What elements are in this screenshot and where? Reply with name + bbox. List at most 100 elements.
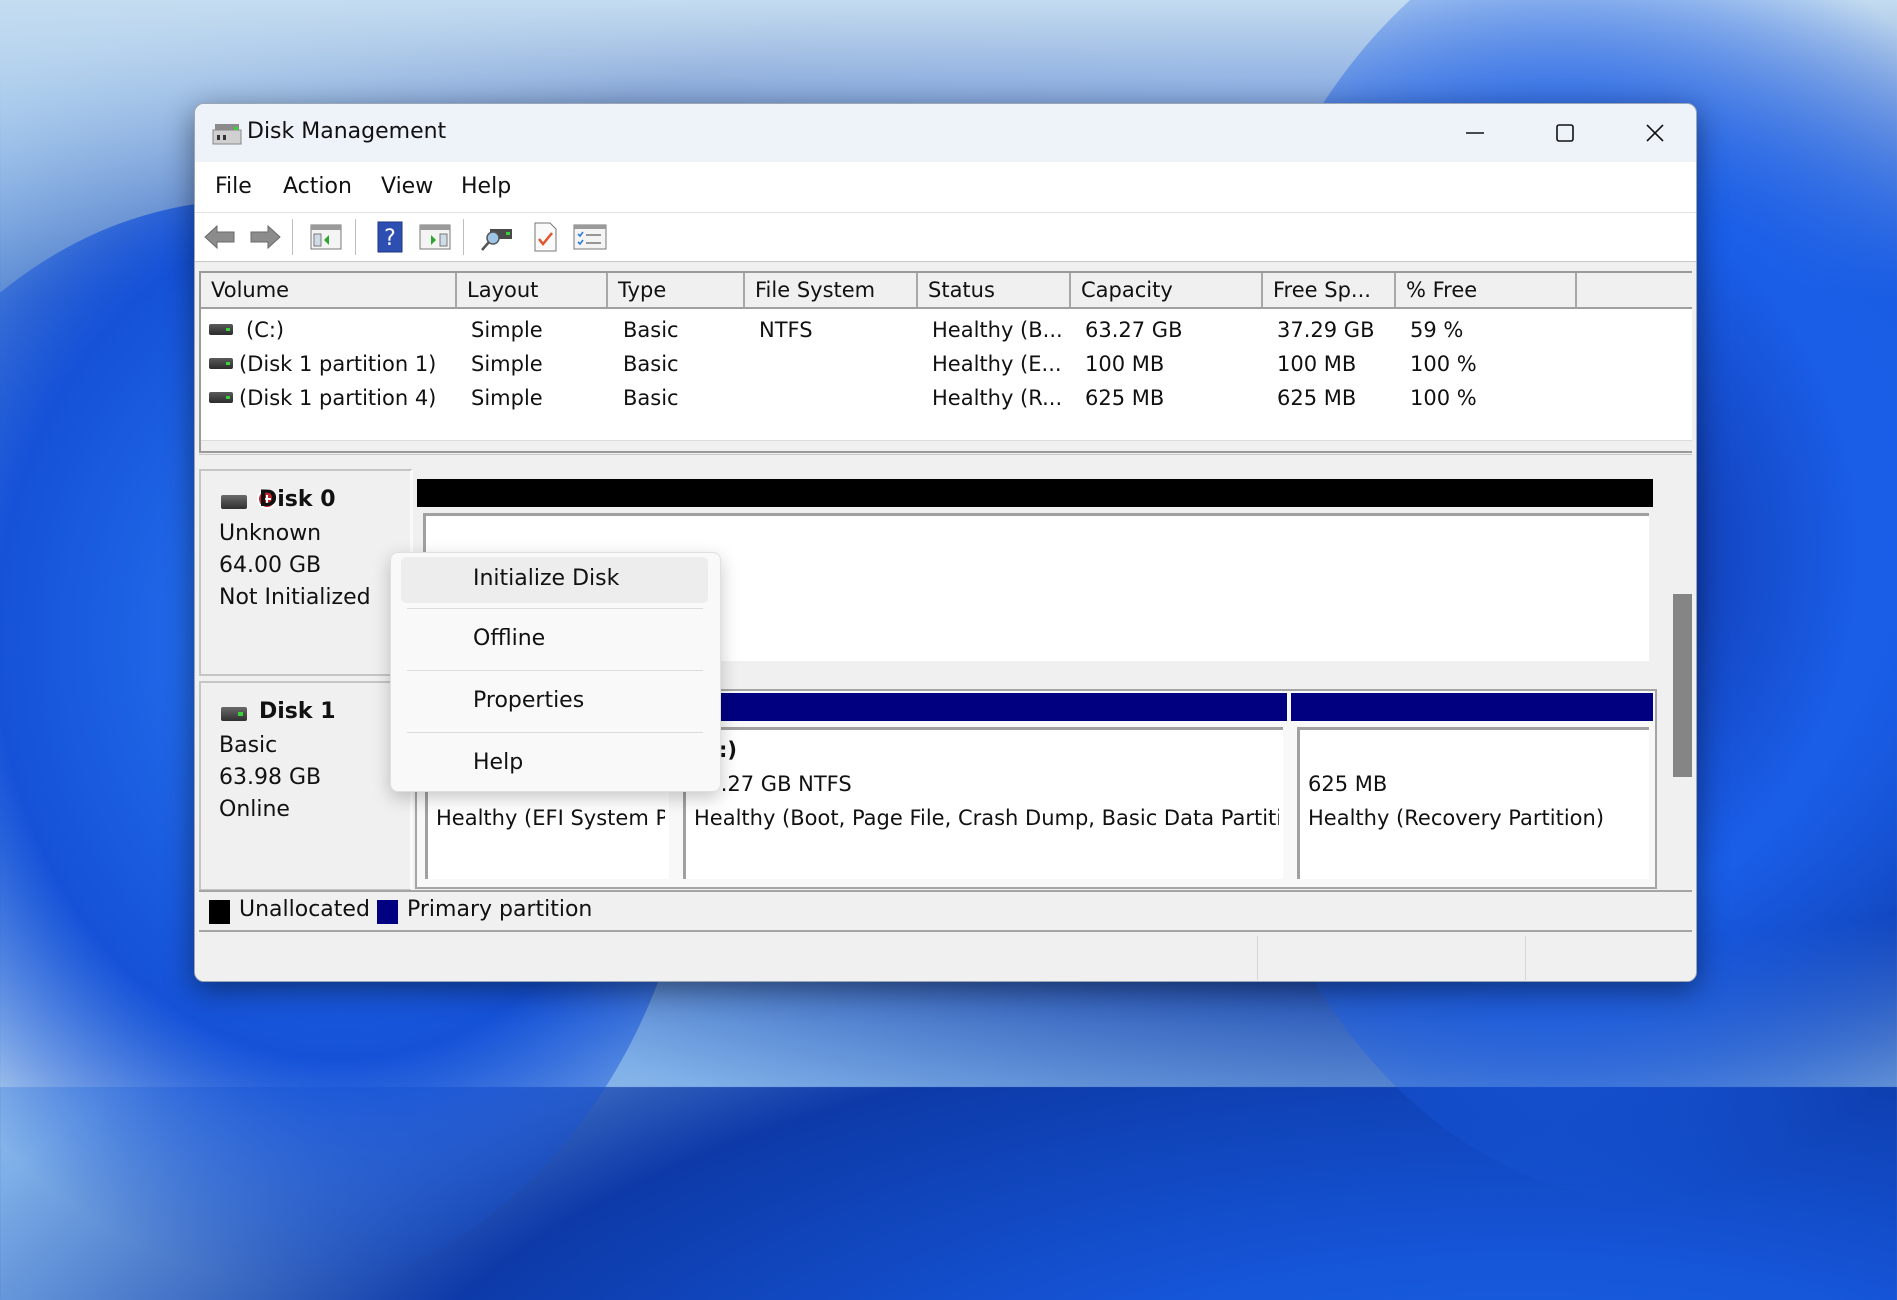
- menu-item-label: Initialize Disk: [473, 566, 620, 591]
- toolbar: ?: [195, 212, 1696, 262]
- title-bar[interactable]: Disk Management: [195, 104, 1696, 162]
- volume-percent-free: 100 %: [1410, 352, 1477, 376]
- menu-item-help[interactable]: Help: [401, 741, 708, 787]
- disk-drive-icon: [221, 489, 277, 509]
- table-row[interactable]: (Disk 1 partition 4) Simple Basic Health…: [201, 381, 1692, 415]
- column-header-percent-free[interactable]: % Free: [1396, 273, 1577, 307]
- volume-layout: Simple: [471, 386, 543, 410]
- disk-1-size: 63.98 GB: [219, 765, 322, 790]
- settings-list-icon[interactable]: [573, 221, 607, 253]
- volume-free-space: 625 MB: [1277, 386, 1357, 410]
- svg-text:?: ?: [384, 226, 396, 251]
- column-header-type[interactable]: Type: [608, 273, 745, 307]
- menu-help[interactable]: Help: [461, 174, 511, 199]
- status-bar: [195, 934, 1696, 981]
- disk-1-type: Basic: [219, 733, 278, 758]
- volume-drive-icon: [209, 392, 233, 403]
- partition-body: (C:) 63.27 GB NTFS Healthy (Boot, Page F…: [683, 727, 1283, 879]
- menu-view[interactable]: View: [381, 174, 433, 199]
- menu-item-label: Properties: [473, 688, 585, 713]
- volume-file-system: NTFS: [759, 318, 813, 342]
- primary-partition-swatch: [377, 900, 398, 924]
- volume-drive-icon: [209, 358, 233, 369]
- status-bar-divider: [1525, 936, 1526, 980]
- menu-separator: [407, 670, 703, 671]
- partition-c[interactable]: (C:) 63.27 GB NTFS Healthy (Boot, Page F…: [677, 693, 1287, 885]
- menu-item-properties[interactable]: Properties: [401, 679, 708, 725]
- column-header-volume[interactable]: Volume: [201, 273, 457, 307]
- close-button[interactable]: [1610, 104, 1696, 162]
- maximize-icon: [1556, 124, 1574, 142]
- minimize-icon: [1466, 132, 1484, 134]
- volume-percent-free: 59 %: [1410, 318, 1464, 342]
- scrollbar-thumb[interactable]: [1673, 594, 1692, 777]
- volume-status: Healthy (R...: [932, 386, 1063, 410]
- menu-file[interactable]: File: [215, 174, 252, 199]
- toolbar-separator: [463, 219, 464, 255]
- column-header-capacity[interactable]: Capacity: [1071, 273, 1263, 307]
- window-title: Disk Management: [247, 119, 447, 144]
- close-icon: [1646, 124, 1664, 142]
- menu-item-label: Help: [473, 750, 524, 775]
- menu-separator: [407, 608, 703, 609]
- volume-drive-icon: [209, 324, 233, 335]
- volume-layout: Simple: [471, 318, 543, 342]
- table-row[interactable]: (C:) Simple Basic NTFS Healthy (B... 63.…: [201, 313, 1692, 347]
- disk-0-size: 64.00 GB: [219, 553, 322, 578]
- partition-status: Healthy (EFI System P: [436, 806, 665, 830]
- volume-name: (C:): [246, 318, 285, 342]
- unallocated-bar: [417, 479, 1653, 507]
- legend-primary-partition: Primary partition: [407, 897, 593, 922]
- column-header-file-system[interactable]: File System: [745, 273, 918, 307]
- disk-1-label[interactable]: Disk 1 Basic 63.98 GB Online: [199, 681, 413, 891]
- volume-percent-free: 100 %: [1410, 386, 1477, 410]
- legend-unallocated: Unallocated: [239, 897, 370, 922]
- volume-capacity: 100 MB: [1085, 352, 1165, 376]
- show-hide-action-pane-icon[interactable]: [418, 221, 452, 253]
- volume-free-space: 37.29 GB: [1277, 318, 1375, 342]
- help-icon[interactable]: ?: [373, 221, 407, 253]
- volume-type: Basic: [623, 386, 679, 410]
- status-bar-divider: [1257, 936, 1258, 980]
- table-row[interactable]: (Disk 1 partition 1) Simple Basic Health…: [201, 347, 1692, 381]
- partition-recovery[interactable]: 625 MB Healthy (Recovery Partition): [1291, 693, 1653, 885]
- menu-separator: [407, 732, 703, 733]
- volume-type: Basic: [623, 318, 679, 342]
- volume-status: Healthy (E...: [932, 352, 1062, 376]
- volume-status: Healthy (B...: [932, 318, 1063, 342]
- rescan-disks-icon[interactable]: [480, 221, 514, 253]
- menu-action[interactable]: Action: [283, 174, 352, 199]
- maximize-button[interactable]: [1520, 104, 1610, 162]
- partition-bar: [1291, 693, 1653, 721]
- disk-1-name: Disk 1: [259, 699, 336, 724]
- volume-type: Basic: [623, 352, 679, 376]
- disk-0-label[interactable]: Disk 0 Unknown 64.00 GB Not Initialized: [199, 469, 413, 676]
- disk-0-name: Disk 0: [259, 487, 336, 512]
- menu-item-offline[interactable]: Offline: [401, 617, 708, 663]
- column-header-free-space[interactable]: Free Sp...: [1263, 273, 1396, 307]
- column-header-layout[interactable]: Layout: [457, 273, 608, 307]
- disk-1-state: Online: [219, 797, 290, 822]
- disk-management-window: Disk Management File Action View Help ?: [194, 103, 1697, 982]
- disk-management-app-icon: [212, 124, 242, 145]
- volume-name: (Disk 1 partition 1): [239, 352, 437, 376]
- show-hide-console-tree-icon[interactable]: [309, 221, 343, 253]
- properties-check-icon[interactable]: [528, 221, 562, 253]
- volume-layout: Simple: [471, 352, 543, 376]
- partition-body: 625 MB Healthy (Recovery Partition): [1297, 727, 1649, 879]
- disk-context-menu: Initialize Disk Offline Properties Help: [390, 552, 721, 792]
- volume-list-header: Volume Layout Type File System Status Ca…: [201, 273, 1692, 309]
- disk-drive-icon: [221, 707, 247, 721]
- toolbar-separator: [292, 219, 293, 255]
- partition-bar: [677, 693, 1287, 721]
- back-icon[interactable]: [203, 221, 237, 253]
- column-header-status[interactable]: Status: [918, 273, 1071, 307]
- partition-status: Healthy (Recovery Partition): [1308, 806, 1605, 830]
- volume-list-horizontal-scrollbar[interactable]: [201, 440, 1692, 451]
- minimize-button[interactable]: [1430, 104, 1520, 162]
- volume-list: Volume Layout Type File System Status Ca…: [199, 271, 1692, 453]
- menu-item-initialize-disk[interactable]: Initialize Disk: [401, 557, 708, 603]
- partition-status: Healthy (Boot, Page File, Crash Dump, Ba…: [694, 806, 1279, 830]
- volume-name: (Disk 1 partition 4): [239, 386, 437, 410]
- forward-icon[interactable]: [248, 221, 282, 253]
